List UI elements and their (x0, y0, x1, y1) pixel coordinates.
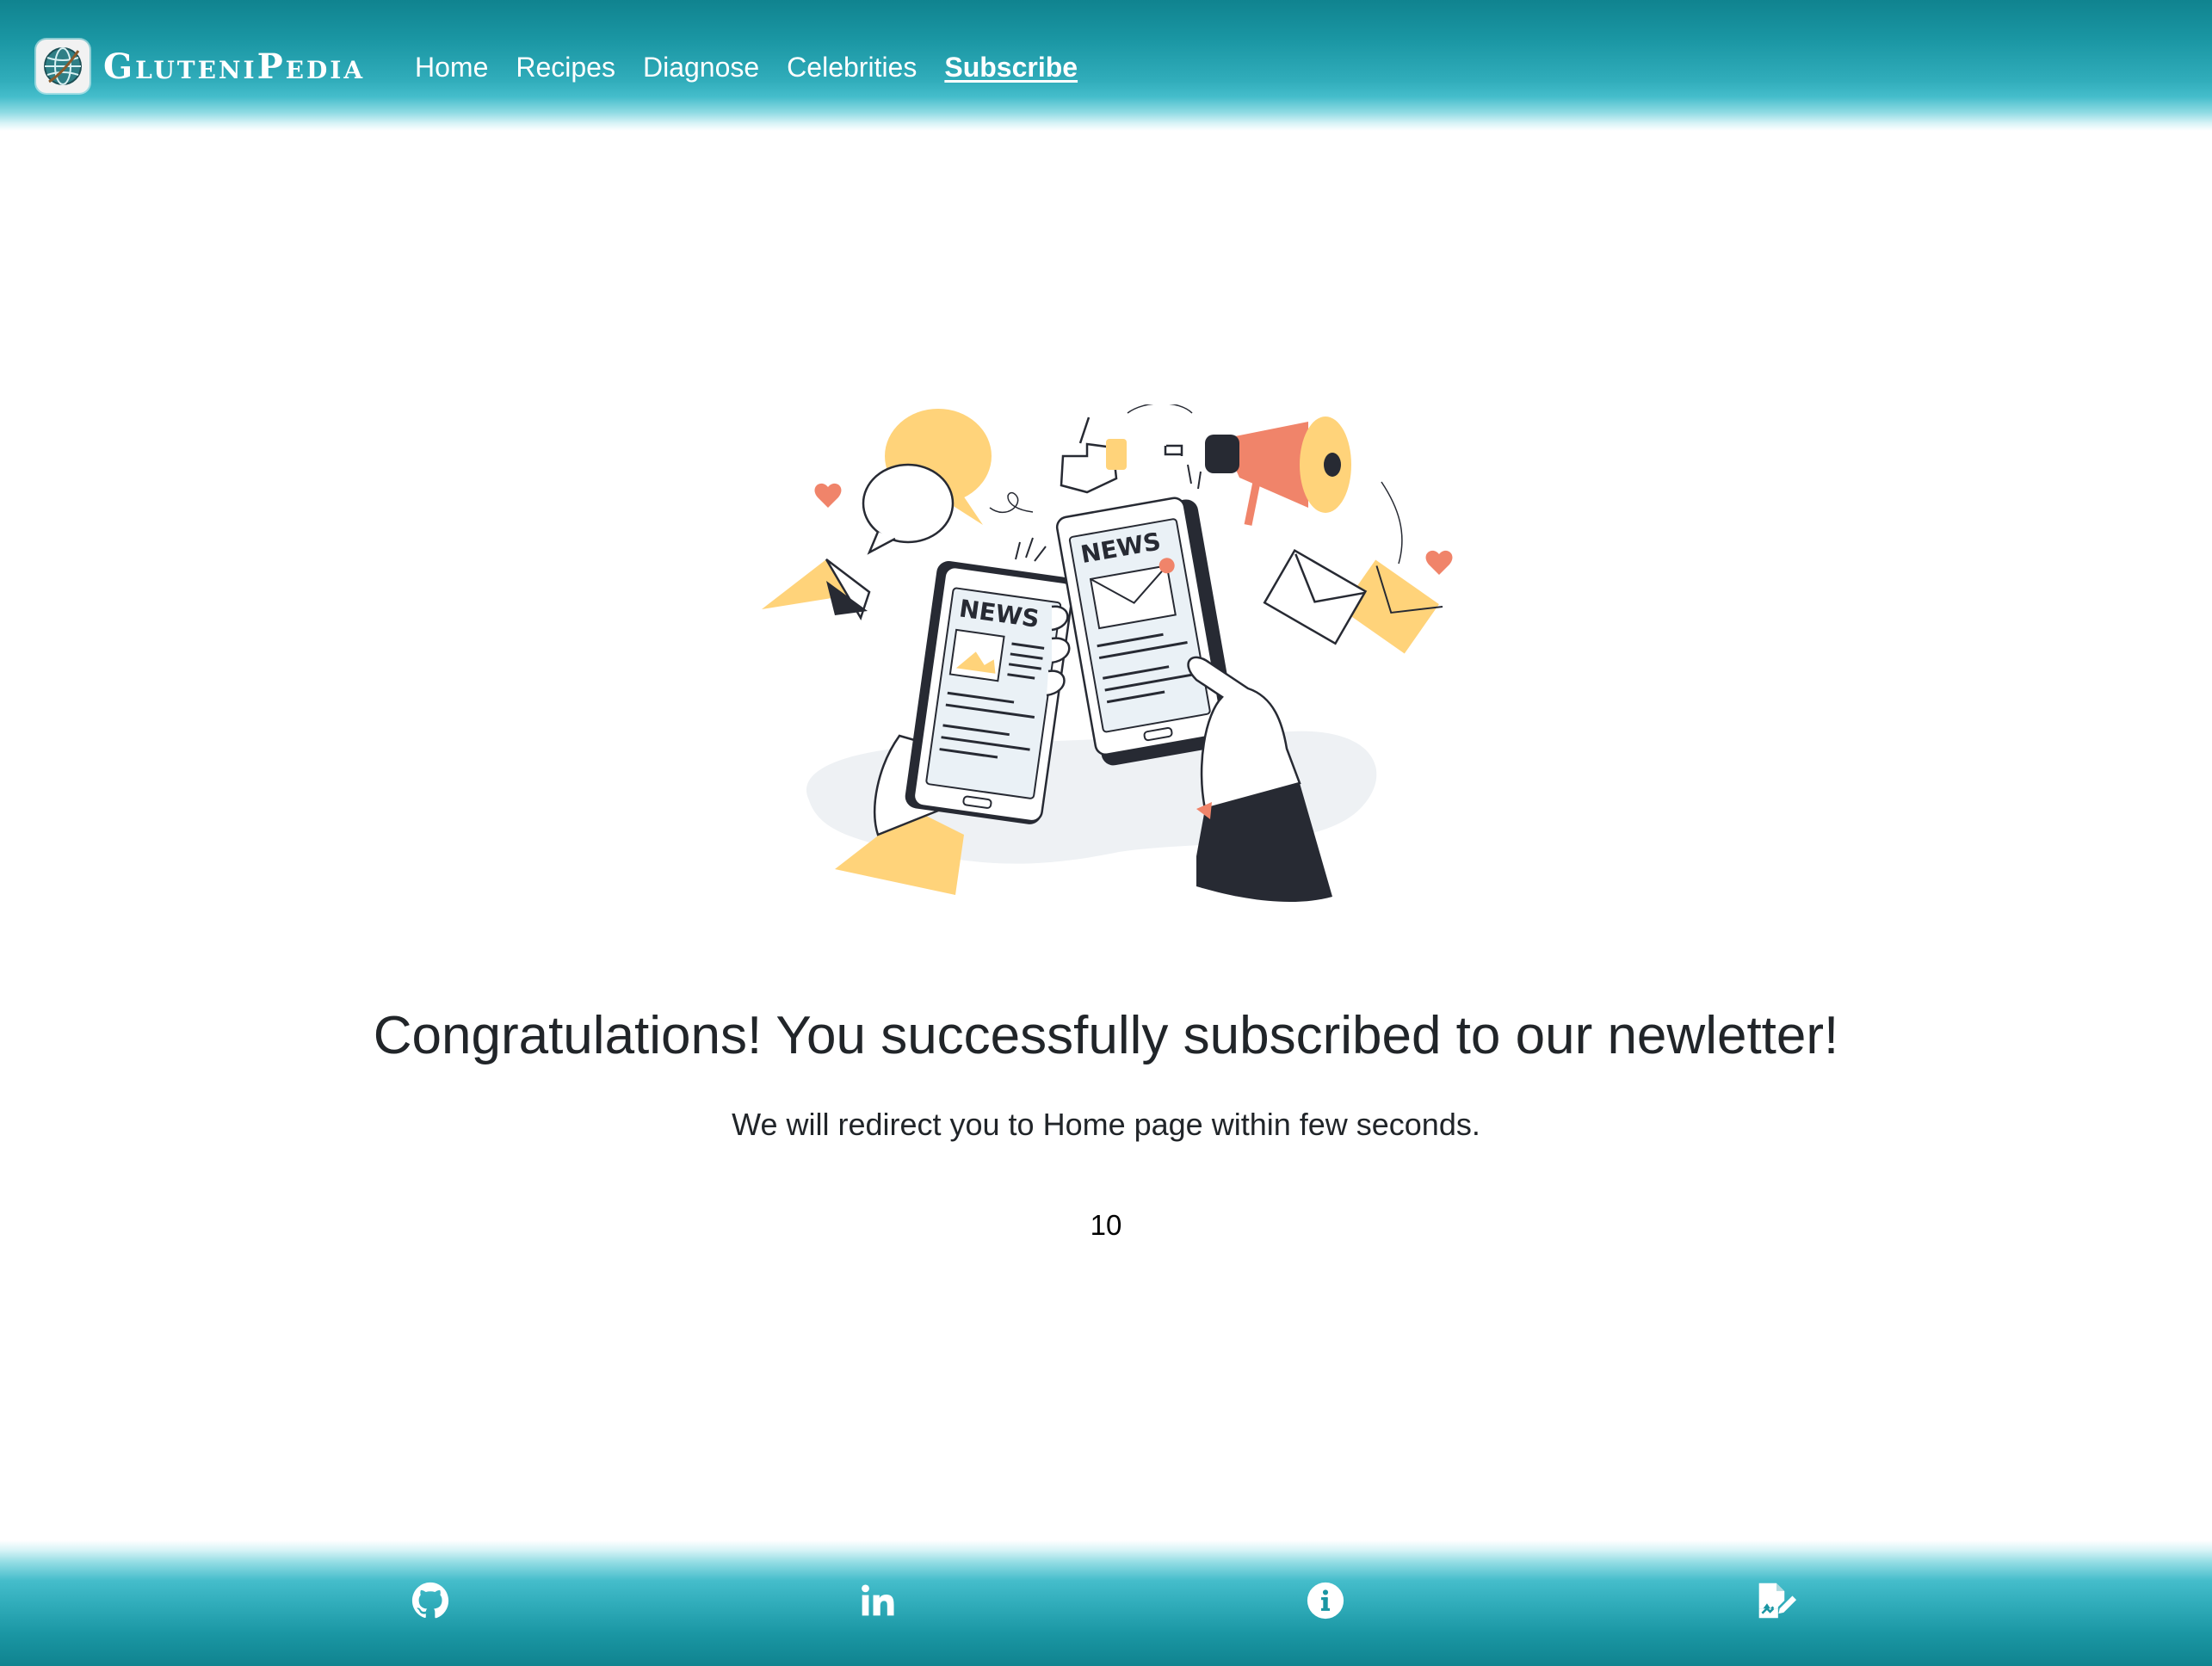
nav-item-recipes[interactable]: Recipes (516, 52, 615, 83)
nav-item-subscribe[interactable]: Subscribe (944, 52, 1078, 83)
redirect-countdown: 10 (1090, 1209, 1122, 1241)
nav-links: Home Recipes Diagnose Celebrities Subscr… (415, 45, 1105, 89)
page: GluteniPedia Home Recipes Diagnose Celeb… (0, 0, 2212, 1666)
signed-document-icon[interactable] (1756, 1580, 1797, 1621)
newsletter-illustration: NEWS NEWS (757, 403, 1463, 929)
redirect-message: We will redirect you to Home page within… (732, 1107, 1480, 1142)
footer (0, 1540, 2212, 1666)
brand-name[interactable]: GluteniPedia (103, 46, 365, 87)
brand[interactable]: GluteniPedia (36, 40, 365, 93)
info-icon[interactable] (1305, 1580, 1346, 1621)
nav-item-celebrities[interactable]: Celebrities (787, 52, 917, 83)
linkedin-icon[interactable] (857, 1580, 899, 1621)
navbar: GluteniPedia Home Recipes Diagnose Celeb… (0, 0, 2212, 131)
globe-logo-icon[interactable] (36, 40, 90, 93)
nav-item-home[interactable]: Home (415, 52, 488, 83)
github-icon[interactable] (410, 1580, 451, 1621)
success-headline: Congratulations! You successfully subscr… (373, 1006, 1839, 1065)
nav-item-diagnose[interactable]: Diagnose (643, 52, 759, 83)
